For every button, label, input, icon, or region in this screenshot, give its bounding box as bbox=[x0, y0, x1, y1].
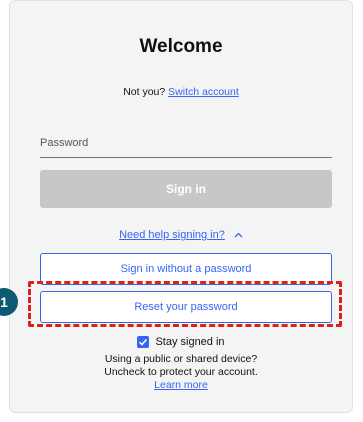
switch-account-link[interactable]: Switch account bbox=[168, 86, 239, 98]
shared-device-info: Using a public or shared device? Uncheck… bbox=[10, 353, 352, 392]
stay-signed-in-label: Stay signed in bbox=[155, 336, 225, 348]
chevron-up-icon[interactable] bbox=[234, 230, 243, 241]
signin-button[interactable]: Sign in bbox=[40, 170, 332, 208]
shared-device-line1: Using a public or shared device? bbox=[104, 353, 258, 365]
shared-device-line2: Uncheck to protect your account. bbox=[104, 366, 258, 378]
account-switch-row: Not you? Switch account bbox=[10, 86, 352, 98]
password-field[interactable] bbox=[40, 131, 332, 158]
learn-more-link[interactable]: Learn more bbox=[154, 379, 208, 391]
signin-without-password-button[interactable]: Sign in without a password bbox=[40, 253, 332, 285]
not-you-label: Not you? bbox=[123, 86, 166, 98]
help-signing-in-link[interactable]: Need help signing in? bbox=[119, 229, 225, 241]
stay-signed-in-row: Stay signed in bbox=[10, 336, 352, 348]
checkmark-icon bbox=[139, 338, 148, 346]
help-signing-in-row[interactable]: Need help signing in? bbox=[10, 229, 352, 241]
reset-password-button[interactable]: Reset your password bbox=[40, 291, 332, 323]
stay-signed-in-checkbox[interactable] bbox=[137, 336, 150, 348]
page-title: Welcome bbox=[139, 36, 223, 57]
signin-card: Welcome Not you? Switch account Sign in … bbox=[9, 0, 353, 413]
